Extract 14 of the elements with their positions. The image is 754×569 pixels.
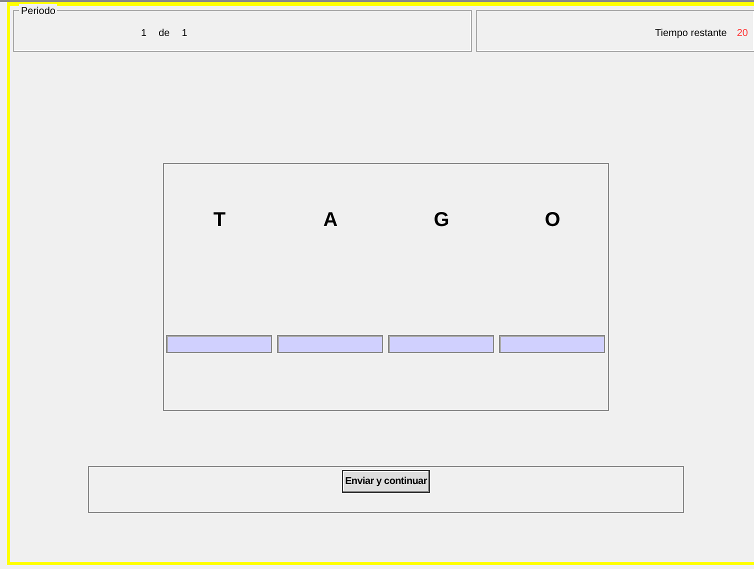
letter: O	[544, 209, 560, 231]
letter: G	[434, 209, 450, 231]
period-separator: de	[158, 27, 170, 41]
answer-field[interactable]	[277, 335, 383, 353]
timer-value: 20	[736, 27, 748, 41]
period-current: 1	[141, 27, 147, 41]
answer-field[interactable]	[388, 335, 494, 353]
period-total: 1	[182, 27, 188, 41]
answer-field[interactable]	[499, 335, 605, 353]
answer-field[interactable]	[166, 335, 272, 353]
timer-label: Tiempo restante	[654, 27, 727, 41]
submit-button[interactable]: Enviar y continuar	[342, 470, 430, 493]
letter: T	[213, 209, 226, 231]
letter: A	[323, 209, 338, 231]
